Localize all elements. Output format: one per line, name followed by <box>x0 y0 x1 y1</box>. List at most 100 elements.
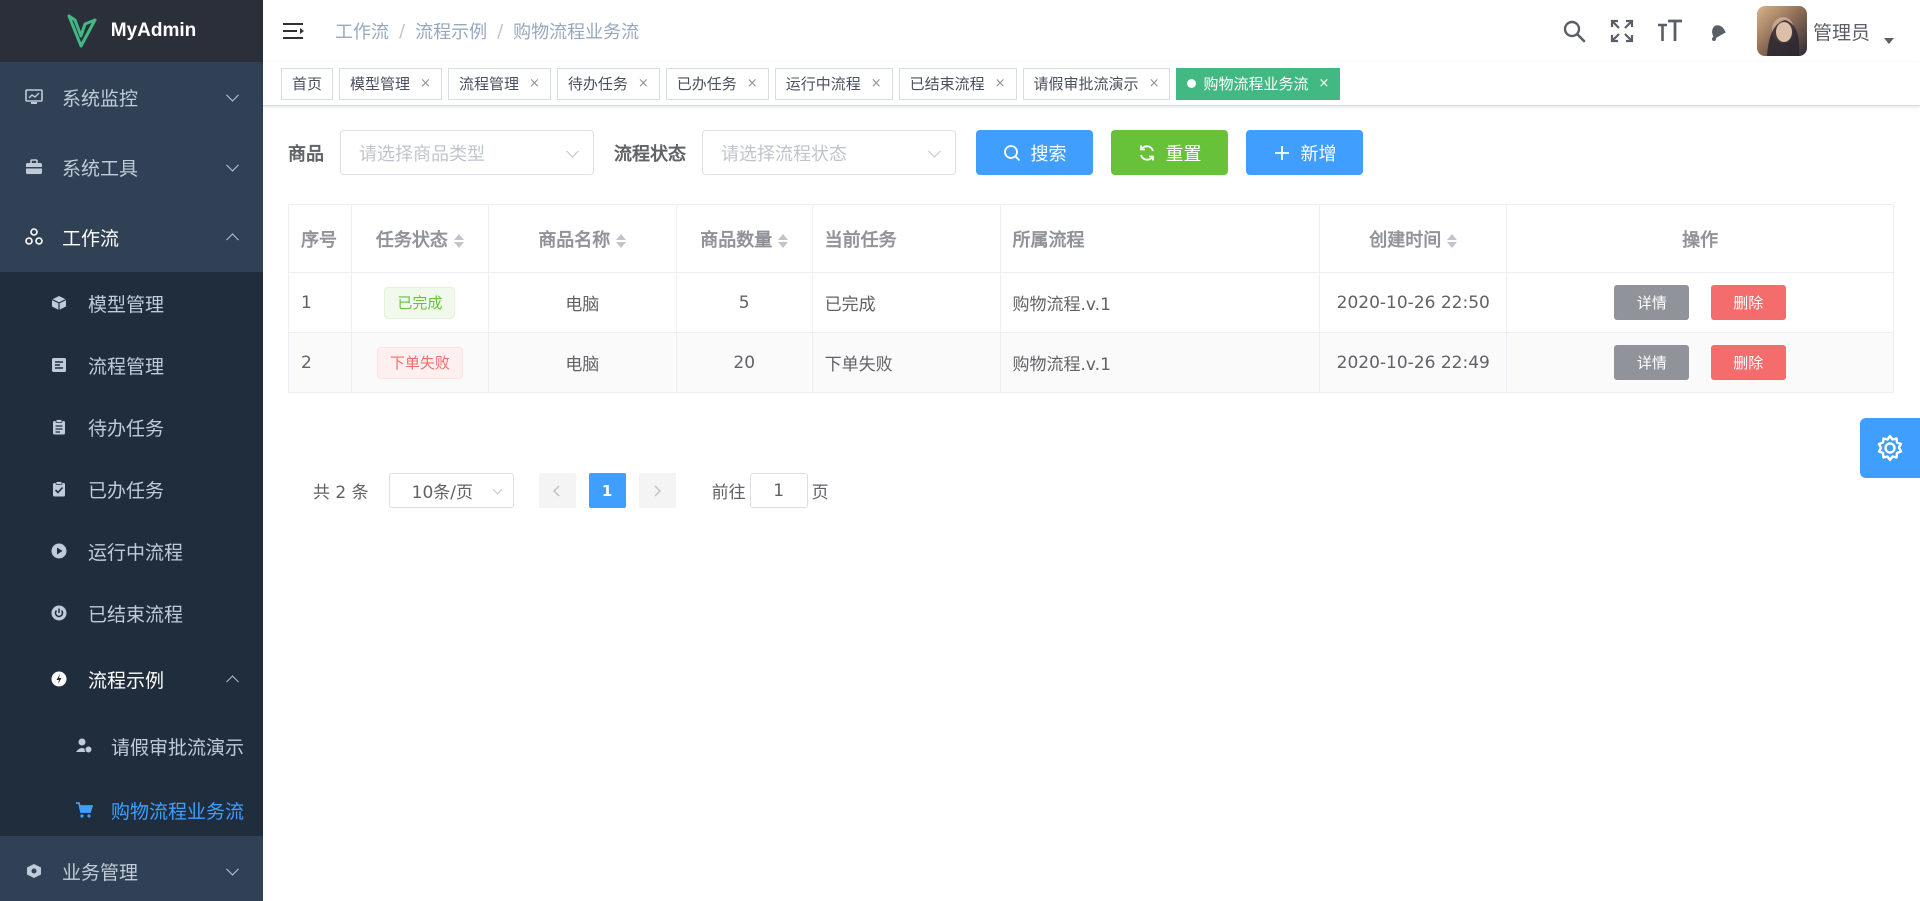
sidebar-menu-monitor[interactable]: 系统监控 <box>0 62 263 132</box>
header-current-task: 当前任务 <box>812 204 1001 273</box>
header-created[interactable]: 创建时间 <box>1319 204 1508 273</box>
tag-model[interactable]: 模型管理 × <box>339 67 442 100</box>
close-icon[interactable]: × <box>995 76 1006 91</box>
tag-finished[interactable]: 已结束流程 × <box>898 67 1017 100</box>
sidebar-item-label: 购物流程业务流 <box>111 800 245 823</box>
goods-label: 商品 <box>288 143 324 165</box>
toolbox-icon <box>24 157 44 177</box>
sidebar-item-running[interactable]: 运行中流程 <box>0 520 263 582</box>
caret-down-icon[interactable] <box>1884 38 1894 44</box>
page-number-current[interactable]: 1 <box>588 473 626 508</box>
sidebar: MyAdmin 系统监控 系统工具 工作流 模型管理 流程管理 待办任务 已办任… <box>0 0 263 901</box>
close-icon[interactable]: × <box>529 76 540 91</box>
process-status-placeholder: 请选择流程状态 <box>721 143 847 165</box>
close-icon[interactable]: × <box>1318 76 1329 91</box>
reset-button[interactable]: 重置 <box>1111 130 1228 175</box>
sort-icon[interactable] <box>453 233 464 249</box>
process-status-select[interactable]: 请选择流程状态 <box>702 130 956 175</box>
table-header-row: 序号 任务状态 商品名称 商品数量 当前任务 所属流程 创建时间 操作 <box>288 204 1894 273</box>
settings-button[interactable] <box>1860 418 1920 478</box>
chevron-right-icon <box>654 484 662 497</box>
tag-leave-demo[interactable]: 请假审批流演示 × <box>1022 67 1171 100</box>
sidebar-item-label: 流程示例 <box>88 669 165 692</box>
close-icon[interactable]: × <box>871 76 882 91</box>
tag-todo[interactable]: 待办任务 × <box>556 67 660 100</box>
business-icon <box>24 861 44 881</box>
detail-button[interactable]: 详情 <box>1614 285 1690 320</box>
goods-type-select[interactable]: 请选择商品类型 <box>340 130 594 175</box>
chevron-down-icon <box>492 484 503 495</box>
add-button[interactable]: 新增 <box>1246 130 1363 175</box>
goto-page-input[interactable]: 1 <box>749 473 808 508</box>
users-icon <box>75 737 93 755</box>
cart-icon <box>75 801 93 819</box>
sidebar-menu-business[interactable]: 业务管理 <box>0 836 263 901</box>
delete-button[interactable]: 删除 <box>1710 285 1786 320</box>
header-process: 所属流程 <box>1000 204 1321 273</box>
detail-button[interactable]: 详情 <box>1614 345 1690 380</box>
sidebar-item-shopping-flow[interactable]: 购物流程业务流 <box>0 778 263 842</box>
breadcrumb-item[interactable]: 工作流 <box>335 18 389 44</box>
header-quantity[interactable]: 商品数量 <box>676 204 813 273</box>
page-size-select[interactable]: 10条/页 <box>388 473 514 508</box>
cell-index: 1 <box>288 272 352 333</box>
sidebar-menu-label: 系统工具 <box>62 157 139 180</box>
sidebar-item-label: 已办任务 <box>88 479 165 502</box>
search-icon[interactable] <box>1561 18 1587 44</box>
sidebar-item-done[interactable]: 已办任务 <box>0 458 263 520</box>
tag-home[interactable]: 首页 <box>281 67 334 100</box>
sidebar-menu-tools[interactable]: 系统工具 <box>0 132 263 202</box>
logo[interactable]: MyAdmin <box>0 0 263 62</box>
sidebar-item-finished[interactable]: 已结束流程 <box>0 582 263 644</box>
cell-index: 2 <box>288 332 352 393</box>
navbar-right-menu: 管理员 <box>1561 0 1920 62</box>
prev-page-button[interactable] <box>538 473 576 508</box>
cell-created: 2020-10-26 22:50 <box>1319 272 1508 333</box>
cell-created: 2020-10-26 22:49 <box>1319 332 1508 393</box>
status-badge: 已完成 <box>384 286 456 319</box>
flow-example-icon <box>50 670 68 688</box>
workflow-icon <box>24 227 44 247</box>
sidebar-item-process[interactable]: 流程管理 <box>0 334 263 396</box>
delete-button[interactable]: 删除 <box>1710 345 1786 380</box>
sort-icon[interactable] <box>1447 233 1458 249</box>
sidebar-menu-workflow[interactable]: 工作流 <box>0 202 263 272</box>
tag-running[interactable]: 运行中流程 × <box>774 67 893 100</box>
close-icon[interactable]: × <box>638 76 649 91</box>
power-icon <box>50 604 68 622</box>
sidebar-item-todo[interactable]: 待办任务 <box>0 396 263 458</box>
tag-shopping-flow[interactable]: 购物流程业务流 × <box>1176 67 1341 100</box>
sidebar-item-model[interactable]: 模型管理 <box>0 272 263 334</box>
logo-icon <box>67 14 97 48</box>
bell-icon[interactable] <box>1705 18 1731 44</box>
search-icon <box>1003 144 1021 162</box>
goto-label: 前往 <box>711 483 746 503</box>
header-status[interactable]: 任务状态 <box>351 204 489 273</box>
fullscreen-icon[interactable] <box>1609 18 1635 44</box>
sort-icon[interactable] <box>616 233 627 249</box>
app-name: MyAdmin <box>110 20 197 41</box>
process-icon <box>50 356 68 374</box>
close-icon[interactable]: × <box>1149 76 1160 91</box>
user-name[interactable]: 管理员 <box>1813 18 1870 45</box>
tag-process[interactable]: 流程管理 × <box>447 67 551 100</box>
font-size-icon[interactable] <box>1657 18 1683 44</box>
chevron-up-icon <box>226 233 239 247</box>
add-button-label: 新增 <box>1300 143 1337 164</box>
tag-done[interactable]: 已办任务 × <box>665 67 769 100</box>
sidebar-item-label: 已结束流程 <box>88 603 184 626</box>
cube-icon <box>50 294 68 312</box>
hamburger-icon[interactable] <box>283 21 305 41</box>
pagination: 共 2 条 10条/页 1 前往 1 页 <box>313 473 829 508</box>
sidebar-item-leave-demo[interactable]: 请假审批流演示 <box>0 714 263 778</box>
breadcrumb-item[interactable]: 流程示例 <box>415 18 487 44</box>
tag-label: 已结束流程 <box>909 75 985 93</box>
header-goods-name[interactable]: 商品名称 <box>488 204 677 273</box>
sidebar-item-flow-example[interactable]: 流程示例 <box>0 644 263 714</box>
close-icon[interactable]: × <box>747 76 758 91</box>
close-icon[interactable]: × <box>420 76 431 91</box>
next-page-button[interactable] <box>638 473 676 508</box>
avatar[interactable] <box>1756 6 1807 56</box>
search-button[interactable]: 搜索 <box>976 130 1093 175</box>
sort-icon[interactable] <box>778 233 789 249</box>
